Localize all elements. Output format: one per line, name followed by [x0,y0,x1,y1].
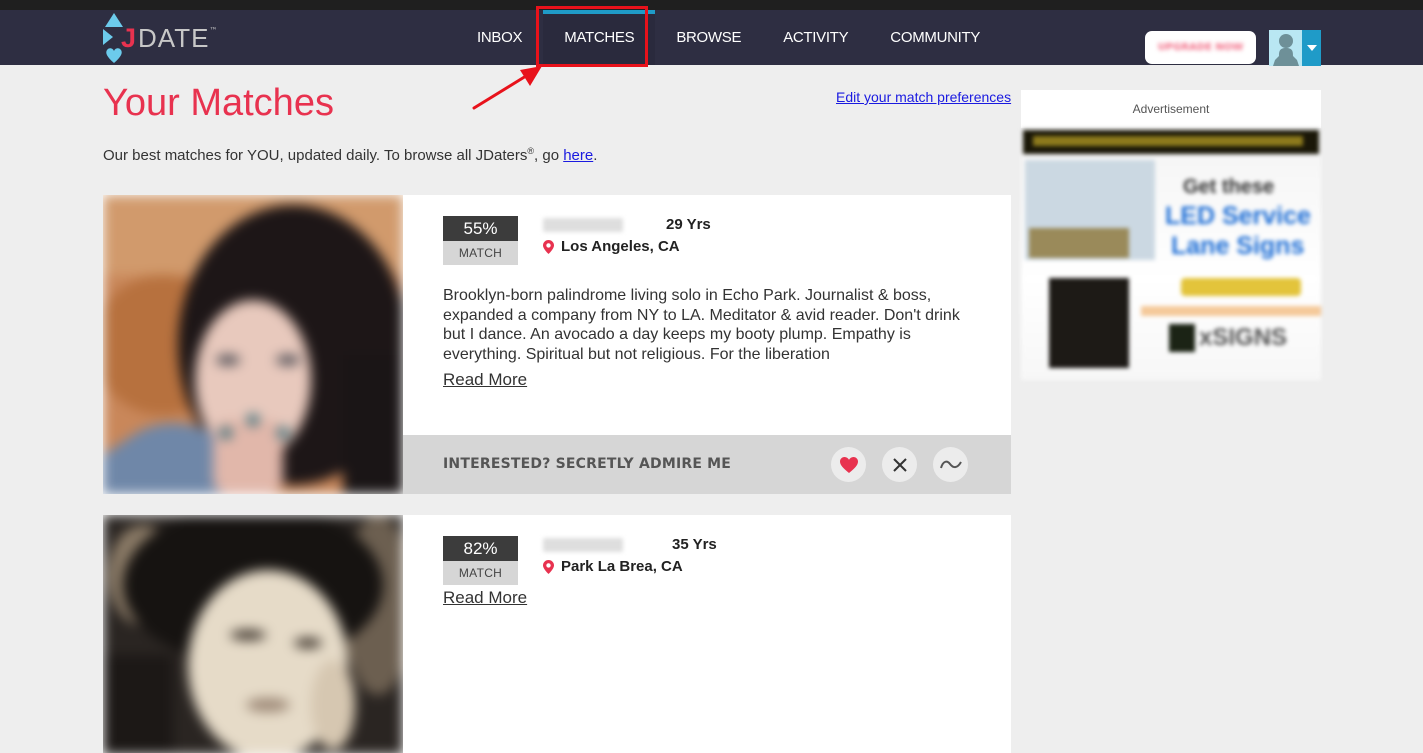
annotation-arrow-icon [472,66,542,110]
ad-brand: xSIGNS [1199,324,1288,351]
location-text: Los Angeles, CA [561,238,680,255]
profile-bio: Brooklyn-born palindrome living solo in … [443,287,960,363]
advertisement-label: Advertisement [1021,90,1321,128]
tilde-icon [939,460,962,468]
logo-j: J [121,22,137,53]
location: Park La Brea, CA [543,558,683,575]
browse-all-link[interactable]: here [563,147,593,164]
match-card: 82% MATCH 35 Yrs Park La Brea, CA Read M… [103,515,1011,753]
ad-cta-button [1181,278,1301,296]
age: 35 Yrs [672,536,717,553]
page-title: Your Matches [103,82,334,124]
nav-community[interactable]: COMMUNITY [869,10,1001,65]
account-dropdown-toggle[interactable] [1302,30,1321,66]
ad-photo-detail [1029,228,1129,258]
ad-headline-2: LED Service [1165,202,1311,230]
ad-headline-3: Lane Signs [1171,232,1305,260]
subtitle-text: Our best matches for YOU, updated daily.… [103,147,528,164]
top-navbar: J DATE ™ INBOX MATCHES BROWSE ACTIVITY C… [0,10,1423,66]
nav-inbox[interactable]: INBOX [456,10,543,65]
upgrade-button[interactable]: UPGRADE NOW [1145,31,1256,64]
match-percent-badge: 55% MATCH [443,216,518,265]
jdate-logo[interactable]: J DATE ™ [103,12,223,64]
profile-photo-image [103,195,403,494]
logo-trademark: ™ [209,25,218,35]
ad-led-sign [1049,278,1129,368]
read-more-link[interactable]: Read More [443,370,527,390]
secret-admire-button[interactable] [831,447,866,482]
nav-matches[interactable]: MATCHES [543,10,656,65]
heart-icon [839,456,858,473]
main-nav: INBOX MATCHES BROWSE ACTIVITY COMMUNITY [456,10,1001,65]
match-card: 55% MATCH 29 Yrs Los Angeles, CA Brookly… [103,195,1011,494]
ad-logo-mark [1169,324,1195,352]
ad-banner[interactable]: Get these LED Service Lane Signs xSIGNS [1021,128,1321,380]
subtitle-mid: , go [534,147,564,164]
no-button[interactable] [882,447,917,482]
match-percent-badge: 82% MATCH [443,536,518,585]
ad-headline-1: Get these [1183,176,1275,198]
maybe-button[interactable] [933,447,968,482]
location-pin-icon [543,559,554,574]
username-blurred[interactable] [543,218,623,232]
ad-top-bar-text [1033,136,1303,146]
location-pin-icon [543,239,554,254]
upgrade-button-label: UPGRADE NOW [1157,42,1244,53]
account-menu[interactable] [1269,30,1321,66]
secretly-admire-label: INTERESTED? SECRETLY ADMIRE ME [443,456,732,472]
nav-browse[interactable]: BROWSE [655,10,762,65]
match-label: MATCH [443,241,518,265]
profile-photo-image [103,515,403,753]
location-text: Park La Brea, CA [561,558,683,575]
edit-match-preferences-link[interactable]: Edit your match preferences [836,89,1011,105]
user-silhouette-icon [1273,34,1299,66]
profile-photo[interactable] [103,195,403,494]
action-bar: INTERESTED? SECRETLY ADMIRE ME [403,435,1011,494]
avatar[interactable] [1269,30,1302,66]
read-more-link[interactable]: Read More [443,588,527,608]
profile-photo[interactable] [103,515,403,753]
ad-divider [1141,306,1321,316]
close-icon [892,457,907,472]
caret-down-icon [1306,45,1317,51]
browser-top-strip [0,0,1423,10]
logo-text: DATE [138,22,210,53]
match-label: MATCH [443,561,518,585]
match-percent: 82% [443,536,518,561]
page-subtitle: Our best matches for YOU, updated daily.… [103,146,597,164]
age: 29 Yrs [666,216,711,233]
nav-activity[interactable]: ACTIVITY [762,10,869,65]
location: Los Angeles, CA [543,238,680,255]
match-percent: 55% [443,216,518,241]
subtitle-suffix: . [593,147,598,164]
username-blurred[interactable] [543,538,623,552]
advertisement: Advertisement Get these LED Service Lane… [1021,90,1321,380]
